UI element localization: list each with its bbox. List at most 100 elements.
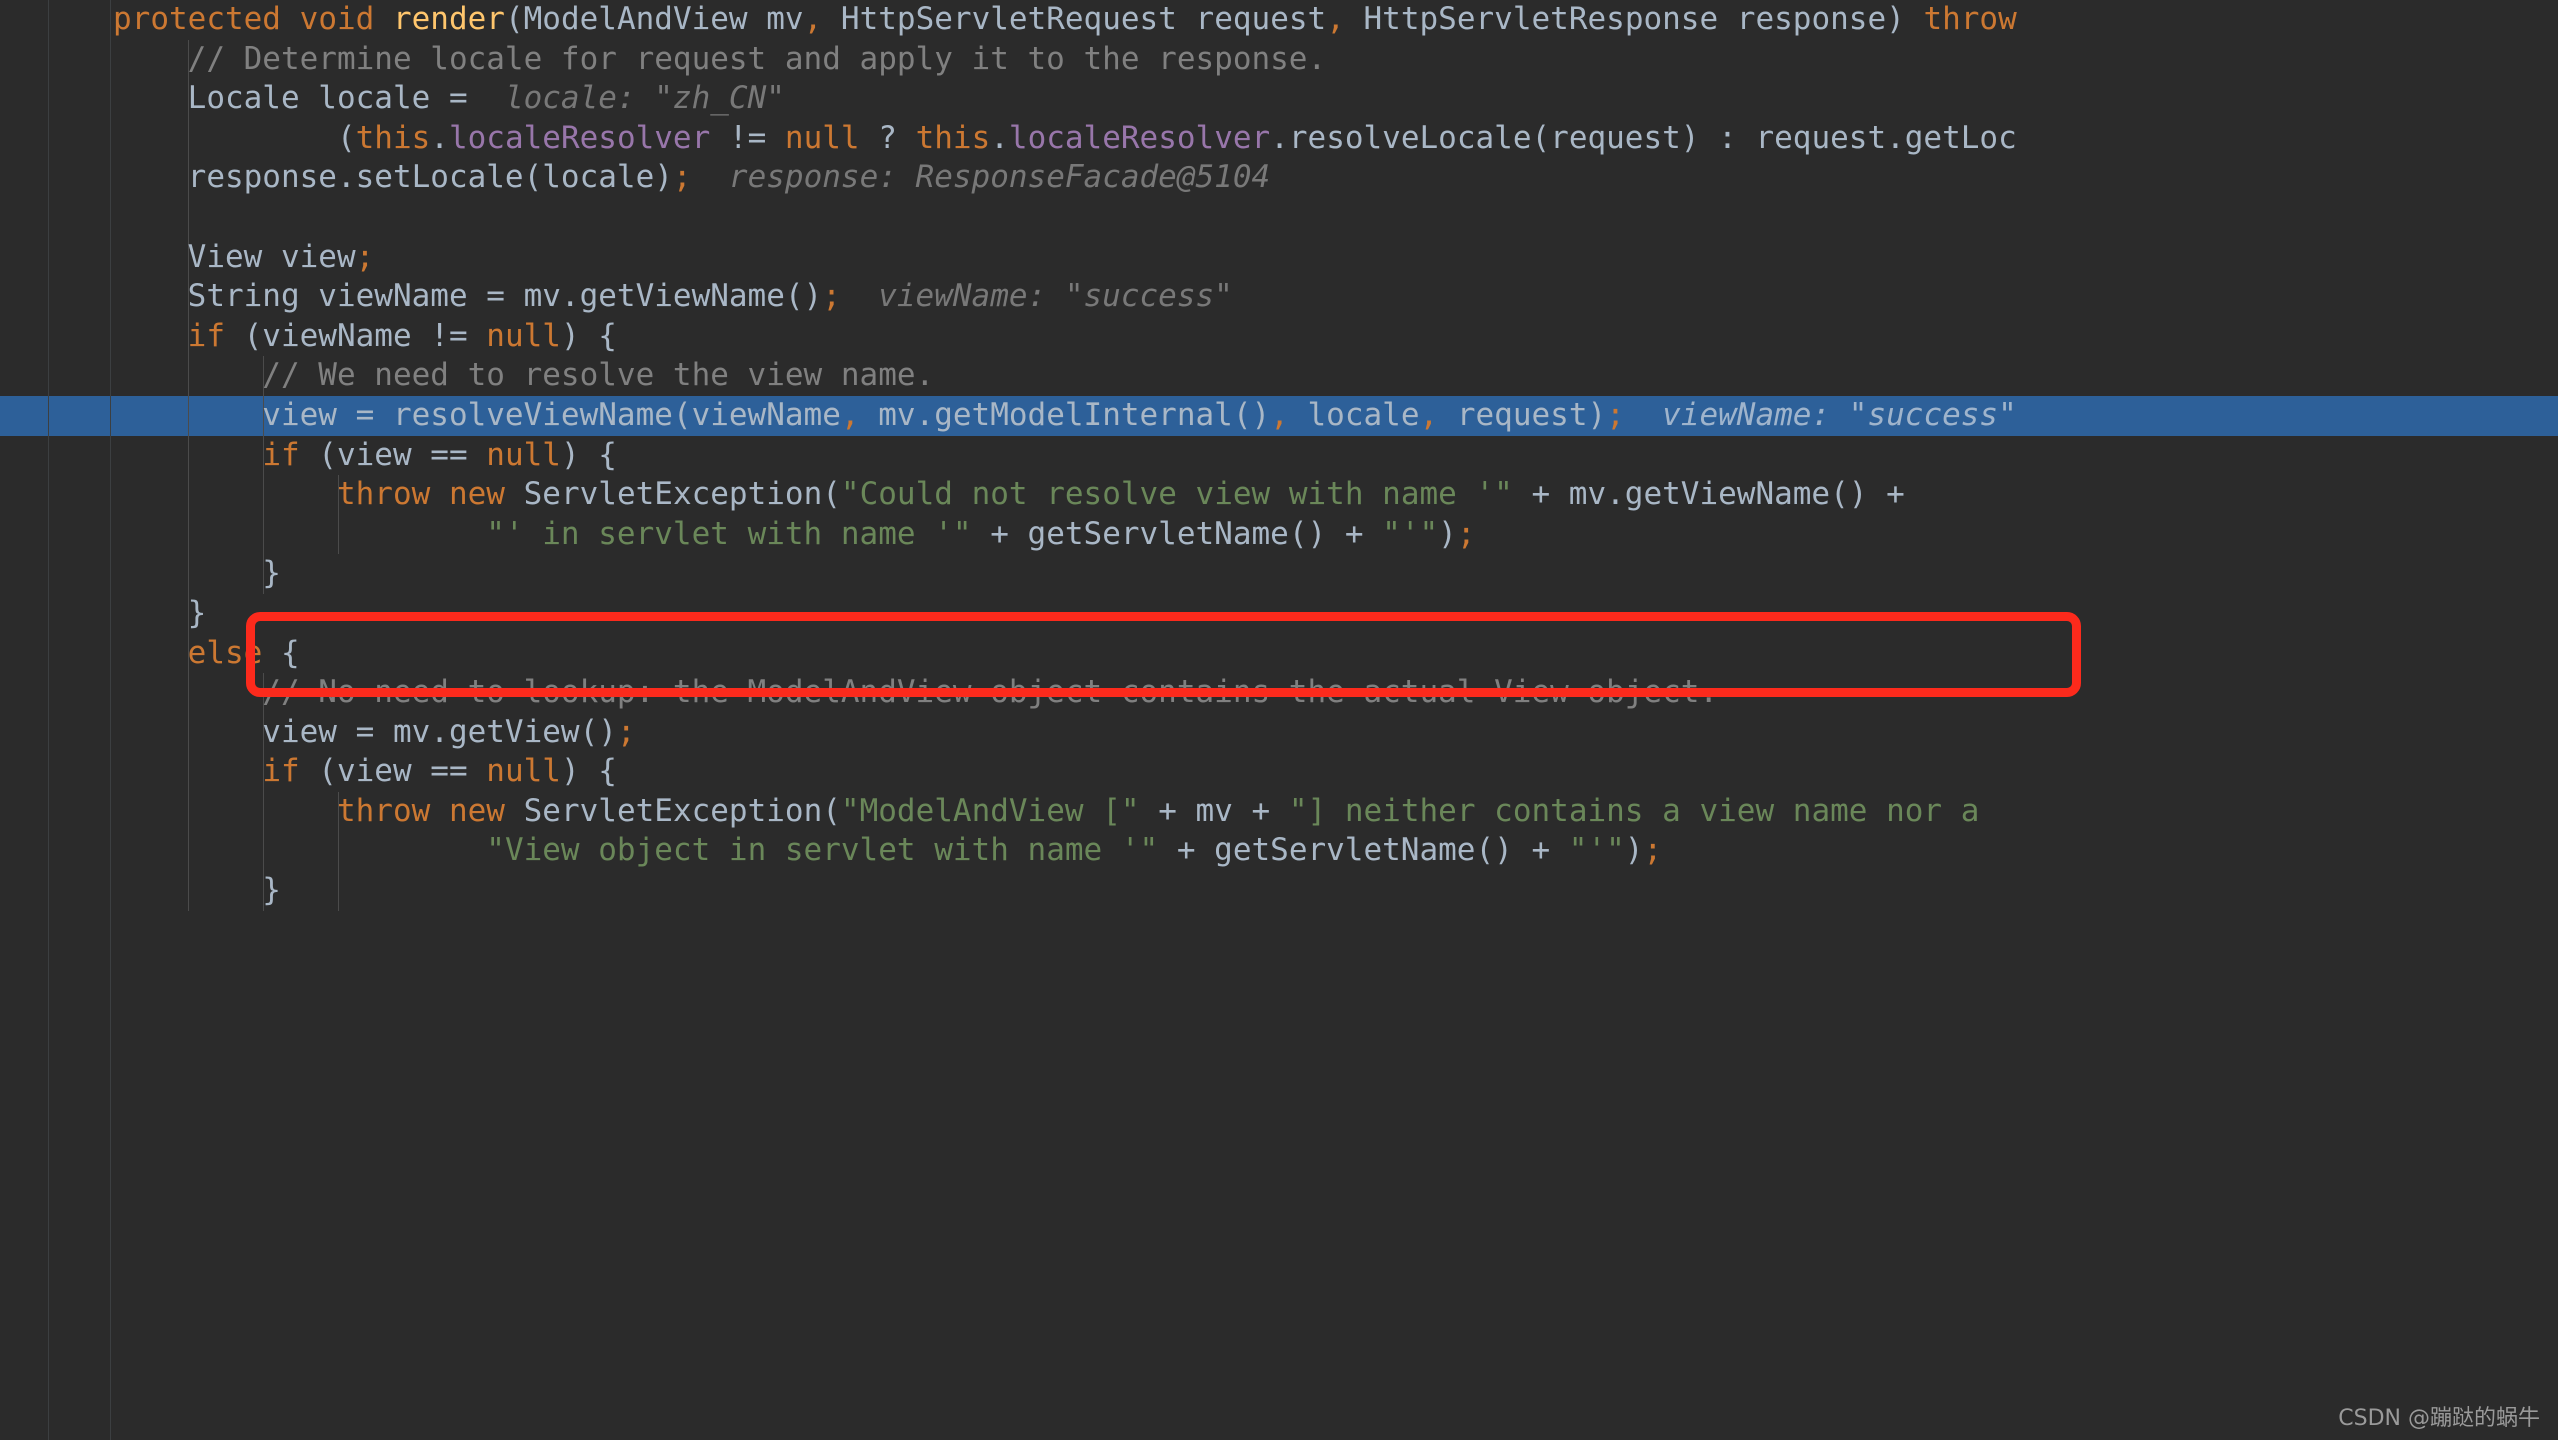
code-token-kw: throw bbox=[336, 476, 431, 513]
code-token-cmt: // We need to resolve the view name. bbox=[113, 357, 935, 394]
code-line-text: "View object in servlet with name '" + g… bbox=[0, 831, 1662, 871]
code-token-cmt: // Determine locale for request and appl… bbox=[113, 40, 1327, 77]
code-token-semi: , bbox=[840, 396, 860, 433]
code-token-fn: render bbox=[392, 1, 505, 37]
code-token-pln: ) bbox=[1624, 832, 1644, 869]
code-token-pln: view = mv.getView() bbox=[113, 713, 617, 750]
code-token-pln bbox=[113, 437, 262, 473]
code-token-pln: response.setLocale(locale) bbox=[113, 159, 673, 196]
code-line-text: } bbox=[0, 871, 281, 911]
code-token-hint: locale: "zh_CN" bbox=[486, 80, 785, 117]
code-token-pln bbox=[113, 753, 262, 789]
code-line[interactable]: } bbox=[0, 871, 2558, 911]
code-line[interactable]: } bbox=[0, 594, 2558, 634]
code-token-hint: viewName: "success" bbox=[840, 278, 1233, 315]
code-token-kw: this bbox=[915, 119, 991, 156]
code-token-pln: ) { bbox=[560, 436, 617, 473]
code-token-kw: new bbox=[448, 792, 505, 829]
code-token-pln bbox=[113, 516, 486, 552]
code-token-pln bbox=[374, 1, 393, 37]
code-token-pln: (view == bbox=[299, 436, 487, 473]
code-token-semi: , bbox=[803, 1, 823, 37]
code-token-fld: localeResolver bbox=[448, 119, 711, 156]
code-token-kw: null bbox=[486, 753, 561, 790]
code-line[interactable]: else { bbox=[0, 634, 2558, 674]
code-token-pln: (ModelAndView mv bbox=[504, 1, 804, 37]
code-token-kw: throw bbox=[1923, 1, 2017, 37]
code-line[interactable]: // We need to resolve the view name. bbox=[0, 356, 2558, 396]
code-line[interactable]: "View object in servlet with name '" + g… bbox=[0, 831, 2558, 871]
code-line[interactable]: (this.localeResolver != null ? this.loca… bbox=[0, 119, 2558, 159]
code-token-fld: localeResolver bbox=[1008, 119, 1271, 156]
code-line[interactable] bbox=[0, 198, 2558, 238]
code-token-pln: (view == bbox=[299, 753, 487, 790]
code-token-kw: else bbox=[187, 634, 263, 671]
code-line[interactable]: if (view == null) { bbox=[0, 752, 2558, 792]
code-line-selected[interactable]: view = resolveViewName(viewName, mv.getM… bbox=[0, 395, 2558, 436]
code-token-pln: ) { bbox=[560, 753, 617, 790]
code-line[interactable]: if (view == null) { bbox=[0, 436, 2558, 476]
code-token-pln: HttpServletRequest request bbox=[822, 1, 1327, 37]
code-token-kw: if bbox=[262, 753, 300, 790]
code-token-pln: + getServletName() + bbox=[1158, 832, 1569, 869]
code-line[interactable]: "' in servlet with name '" + getServletN… bbox=[0, 515, 2558, 555]
code-token-semi: , bbox=[1270, 396, 1289, 433]
watermark-text: CSDN @蹦跶的蜗牛 bbox=[2338, 1406, 2540, 1431]
code-token-pln: .resolveLocale(request) : request.getLoc bbox=[1270, 119, 2017, 156]
code-token-pln bbox=[113, 635, 188, 671]
code-token-pln bbox=[430, 793, 449, 829]
code-token-pln: ? bbox=[859, 119, 916, 156]
code-editor-window: protected void render(ModelAndView mv, H… bbox=[0, 0, 2558, 1440]
code-token-semi: ; bbox=[616, 713, 636, 750]
code-token-semi: ; bbox=[1456, 515, 1476, 552]
code-line[interactable]: // Determine locale for request and appl… bbox=[0, 40, 2558, 80]
code-token-semi: ; bbox=[672, 159, 692, 196]
code-token-pln: } bbox=[113, 872, 281, 909]
code-token-pln bbox=[281, 1, 300, 37]
code-line-text: } bbox=[0, 554, 281, 594]
code-line[interactable]: view = mv.getView(); bbox=[0, 713, 2558, 753]
code-token-str: "'" bbox=[1568, 832, 1625, 869]
code-line-text: View view; bbox=[0, 238, 375, 278]
code-line-text: view = resolveViewName(viewName, mv.getM… bbox=[0, 396, 2016, 436]
code-content[interactable]: protected void render(ModelAndView mv, H… bbox=[0, 0, 2558, 1440]
code-token-semi: ; bbox=[1606, 396, 1625, 433]
code-token-pln: { bbox=[262, 634, 300, 671]
code-line[interactable]: String viewName = mv.getViewName(); view… bbox=[0, 277, 2558, 317]
code-line[interactable]: response.setLocale(locale); response: Re… bbox=[0, 158, 2558, 198]
code-token-cmt: // No need to lookup: the ModelAndView o… bbox=[113, 674, 1719, 711]
code-line[interactable]: View view; bbox=[0, 238, 2558, 278]
code-line[interactable]: // No need to lookup: the ModelAndView o… bbox=[0, 673, 2558, 713]
code-token-semi: , bbox=[1326, 1, 1345, 37]
code-token-str: "Could not resolve view with name '" bbox=[840, 476, 1513, 513]
code-token-pln: } bbox=[113, 594, 207, 631]
code-line-text: if (view == null) { bbox=[0, 752, 617, 792]
code-token-pln: . bbox=[990, 119, 1009, 156]
code-line[interactable]: } bbox=[0, 554, 2558, 594]
code-line[interactable]: throw new ServletException("ModelAndView… bbox=[0, 792, 2558, 832]
code-line-text: view = mv.getView(); bbox=[0, 713, 636, 753]
code-line[interactable]: Locale locale = locale: "zh_CN" bbox=[0, 79, 2558, 119]
code-line[interactable]: protected void render(ModelAndView mv, H… bbox=[0, 0, 2558, 40]
code-token-pln: + mv + bbox=[1139, 792, 1289, 829]
code-token-pln bbox=[113, 793, 337, 829]
code-line[interactable]: if (viewName != null) { bbox=[0, 317, 2558, 357]
code-line-text: } bbox=[0, 594, 207, 634]
code-token-pln: locale bbox=[1288, 396, 1420, 433]
code-line-text: else { bbox=[0, 634, 300, 674]
code-line[interactable]: throw new ServletException("Could not re… bbox=[0, 475, 2558, 515]
code-token-pln bbox=[430, 476, 449, 512]
code-line-text: protected void render(ModelAndView mv, H… bbox=[0, 0, 2017, 40]
code-token-str: "] neither contains a view name nor a bbox=[1288, 792, 1980, 829]
code-token-kw: null bbox=[486, 436, 561, 473]
code-token-hint: response: ResponseFacade@5104 bbox=[691, 159, 1271, 196]
code-line-text: (this.localeResolver != null ? this.loca… bbox=[0, 119, 2017, 159]
code-token-semi: , bbox=[1419, 396, 1439, 433]
code-token-pln: String viewName = mv.getViewName() bbox=[113, 278, 823, 315]
code-token-pln: request) bbox=[1438, 396, 1607, 433]
code-token-pln: View view bbox=[113, 238, 356, 275]
gutter-divider-left bbox=[48, 0, 49, 1440]
code-token-pln bbox=[113, 476, 337, 512]
code-token-pln: . bbox=[430, 119, 449, 156]
